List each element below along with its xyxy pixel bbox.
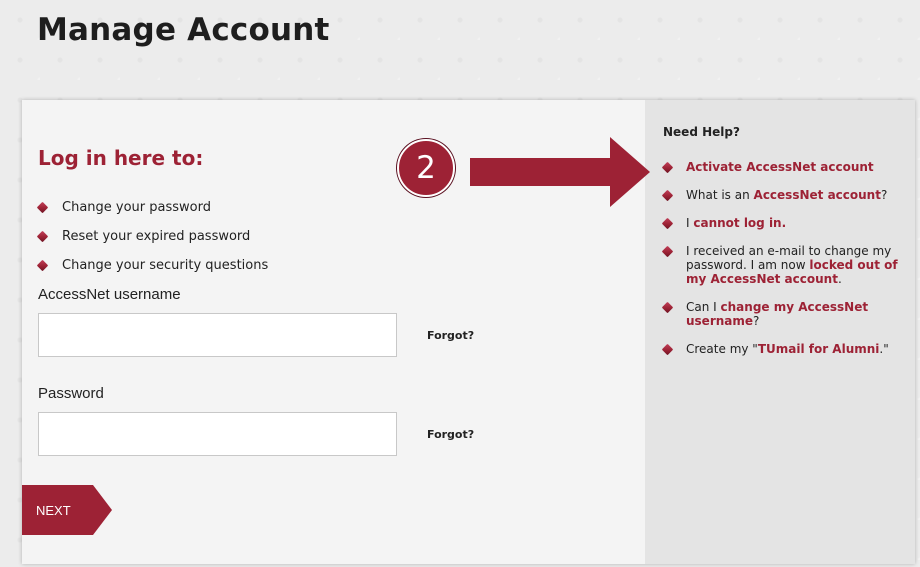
help-text: . bbox=[837, 272, 842, 286]
page-title: Manage Account bbox=[37, 12, 330, 48]
help-heading: Need Help? bbox=[663, 125, 740, 139]
help-text: ? bbox=[753, 314, 760, 328]
forgot-username-link[interactable]: Forgot? bbox=[427, 329, 474, 342]
cube-bullet-icon bbox=[661, 301, 674, 314]
password-input[interactable] bbox=[38, 412, 397, 456]
bullet-text: Reset your expired password bbox=[62, 229, 251, 244]
help-sidebar: Need Help? Activate AccessNet account Wh… bbox=[645, 100, 915, 564]
help-text: Can I bbox=[686, 300, 721, 314]
help-text: What is an bbox=[686, 188, 754, 202]
cube-bullet-icon bbox=[661, 189, 674, 202]
forgot-password-link[interactable]: Forgot? bbox=[427, 428, 474, 441]
username-input[interactable] bbox=[38, 313, 397, 357]
cube-bullet-icon bbox=[36, 201, 49, 214]
help-text: ? bbox=[880, 188, 888, 202]
help-item-what-is: What is an AccessNet account? bbox=[661, 188, 903, 202]
password-label: Password bbox=[38, 385, 104, 402]
bullet-text: Change your security questions bbox=[62, 258, 269, 273]
help-item-change-username: Can I change my AccessNet username? bbox=[661, 300, 903, 328]
cube-bullet-icon bbox=[661, 217, 674, 230]
help-text: Create my " bbox=[686, 342, 758, 356]
help-item-text: I cannot log in. bbox=[686, 216, 786, 230]
help-item-text: What is an AccessNet account? bbox=[686, 188, 887, 202]
bullet-text: Change your password bbox=[62, 200, 211, 215]
help-item-text: I received an e-mail to change my passwo… bbox=[686, 244, 903, 286]
username-label: AccessNet username bbox=[38, 286, 181, 303]
step-number-badge: 2 bbox=[397, 139, 455, 197]
cube-bullet-icon bbox=[661, 161, 674, 174]
login-heading: Log in here to: bbox=[38, 146, 204, 170]
cube-bullet-icon bbox=[36, 259, 49, 272]
help-item-text: Can I change my AccessNet username? bbox=[686, 300, 903, 328]
help-list: Activate AccessNet account What is an Ac… bbox=[661, 160, 903, 370]
help-item-text: Create my "TUmail for Alumni." bbox=[686, 342, 889, 356]
help-item-activate: Activate AccessNet account bbox=[661, 160, 903, 174]
activate-account-link[interactable]: Activate AccessNet account bbox=[686, 160, 874, 174]
help-item-locked-out: I received an e-mail to change my passwo… bbox=[661, 244, 903, 286]
help-item-text: Activate AccessNet account bbox=[686, 160, 874, 174]
tumail-alumni-link[interactable]: TUmail for Alumni bbox=[758, 342, 880, 356]
login-bullet-list: Change your password Reset your expired … bbox=[36, 193, 269, 280]
cube-bullet-icon bbox=[36, 230, 49, 243]
list-item: Change your password bbox=[36, 193, 268, 222]
list-item: Reset your expired password bbox=[36, 222, 268, 251]
help-item-cannot-login: I cannot log in. bbox=[661, 216, 903, 230]
cannot-login-link[interactable]: cannot log in. bbox=[693, 216, 786, 230]
accessnet-account-link[interactable]: AccessNet account bbox=[754, 188, 881, 202]
next-button[interactable]: NEXT bbox=[22, 485, 112, 535]
cube-bullet-icon bbox=[661, 343, 674, 356]
help-text: ." bbox=[879, 342, 889, 356]
help-item-tumail: Create my "TUmail for Alumni." bbox=[661, 342, 903, 356]
login-panel: Log in here to: Change your password Res… bbox=[22, 100, 915, 564]
list-item: Change your security questions bbox=[36, 251, 269, 280]
cube-bullet-icon bbox=[661, 245, 674, 258]
annotation-arrow-icon bbox=[470, 137, 650, 207]
